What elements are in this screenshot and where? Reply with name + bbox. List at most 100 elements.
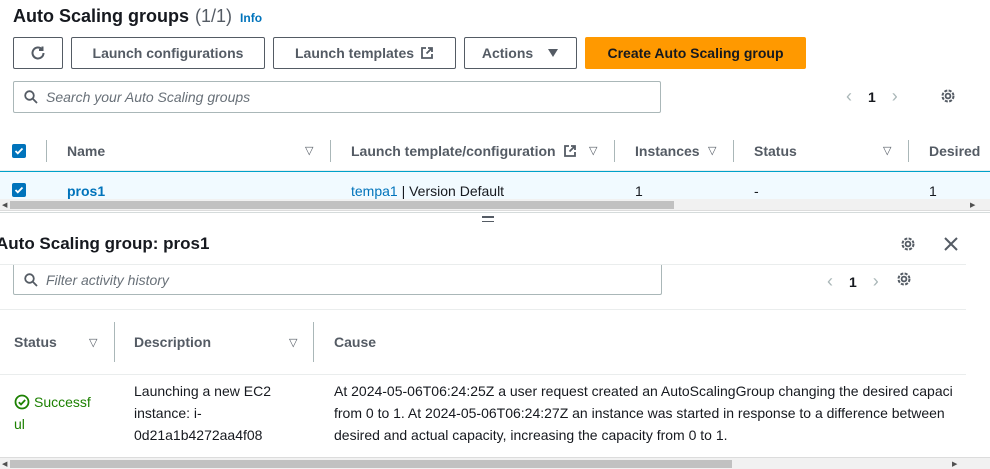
- description-line3: 0d21a1b4272aa4f08: [134, 427, 263, 443]
- horizontal-scrollbar[interactable]: ◀ ▶: [0, 199, 990, 211]
- asg-list-panel: Auto Scaling groups (1/1) Info Launch co…: [0, 0, 990, 212]
- split-panel-resize-handle[interactable]: [0, 212, 990, 230]
- search-input[interactable]: [46, 89, 626, 105]
- column-divider: [330, 140, 331, 162]
- search-icon: [24, 272, 38, 287]
- table-row: Successf ul Launching a new EC2 instance…: [0, 375, 966, 457]
- filter-box: [13, 265, 662, 295]
- status-cell: -: [754, 183, 759, 199]
- sort-icon[interactable]: ▽: [589, 144, 597, 157]
- page-header: Auto Scaling groups (1/1) Info: [13, 6, 262, 27]
- asg-name-link[interactable]: pros1: [67, 183, 105, 199]
- row-checkbox[interactable]: [12, 183, 26, 197]
- select-all-checkbox[interactable]: [12, 131, 26, 171]
- horizontal-scrollbar[interactable]: ◀ ▶: [0, 457, 990, 469]
- column-divider: [733, 140, 734, 162]
- cause-line1: At 2024-05-06T06:24:25Z a user request c…: [334, 383, 953, 399]
- prev-page-icon[interactable]: ‹: [846, 86, 852, 107]
- toolbar: Launch configurations Launch templates A…: [13, 37, 806, 69]
- column-header-name[interactable]: Name: [67, 131, 105, 171]
- checkbox-checked[interactable]: [12, 183, 26, 197]
- column-header-instances[interactable]: Instances: [635, 131, 700, 171]
- sort-icon[interactable]: ▽: [708, 144, 716, 157]
- check-icon: [14, 186, 24, 194]
- column-header-status[interactable]: Status: [14, 310, 57, 374]
- info-link[interactable]: Info: [240, 11, 262, 25]
- launch-template-link[interactable]: tempa1: [351, 183, 398, 199]
- external-link-icon: [564, 145, 576, 157]
- launch-configurations-label: Launch configurations: [92, 45, 244, 61]
- cause-line2: from 0 to 1. At 2024-05-06T06:24:27Z an …: [334, 405, 945, 421]
- launch-templates-button[interactable]: Launch templates: [273, 37, 456, 69]
- cause-cell: At 2024-05-06T06:24:25Z a user request c…: [334, 380, 953, 446]
- column-divider: [908, 140, 909, 162]
- launch-template-cell: tempa1 | Version Default: [351, 183, 504, 199]
- status-text-line1: Successf: [34, 394, 91, 410]
- description-line1: Launching a new EC2: [134, 383, 271, 399]
- column-divider: [614, 140, 615, 162]
- caret-down-icon: [548, 49, 559, 57]
- pagination: ‹ 1 ›: [846, 86, 898, 107]
- checkbox-checked[interactable]: [12, 144, 26, 158]
- cause-line3: desired and actual capacity, increasing …: [334, 427, 728, 443]
- gear-icon[interactable]: [939, 87, 957, 105]
- description-cell: Launching a new EC2 instance: i- 0d21a1b…: [134, 380, 271, 446]
- launch-template-version: | Version Default: [397, 183, 505, 199]
- search-icon: [24, 90, 38, 104]
- column-divider: [114, 322, 115, 362]
- sort-icon[interactable]: ▽: [305, 144, 313, 157]
- scroll-right-icon[interactable]: ▶: [970, 201, 975, 209]
- detail-panel-title: Auto Scaling group: pros1: [0, 234, 210, 253]
- table-row[interactable]: pros1 tempa1 | Version Default 1 - 1: [0, 171, 990, 199]
- prev-page-icon[interactable]: ‹: [827, 271, 833, 292]
- launch-configurations-button[interactable]: Launch configurations: [71, 37, 265, 69]
- filter-activity-input[interactable]: [46, 271, 606, 288]
- status-text-line2: ul: [14, 416, 25, 432]
- column-divider: [46, 140, 47, 162]
- table-header: Name ▽ Launch template/configuration ▽ I…: [0, 131, 990, 171]
- external-link-icon: [421, 47, 433, 59]
- create-asg-label: Create Auto Scaling group: [607, 45, 784, 61]
- column-header-cause[interactable]: Cause: [334, 310, 376, 374]
- column-header-launch-template[interactable]: Launch template/configuration: [351, 131, 556, 171]
- gear-icon[interactable]: [895, 270, 913, 288]
- close-icon[interactable]: [942, 235, 960, 253]
- refresh-button[interactable]: [13, 37, 63, 69]
- selection-count: (1/1): [195, 6, 233, 26]
- launch-templates-label: Launch templates: [294, 45, 415, 61]
- actions-dropdown[interactable]: Actions: [464, 37, 577, 69]
- activity-table-header: Status ▽ Description ▽ Cause: [0, 309, 966, 375]
- scroll-right-icon[interactable]: ▶: [952, 460, 957, 468]
- scrollbar-thumb[interactable]: [10, 460, 732, 468]
- success-check-icon: [14, 394, 30, 410]
- sort-icon[interactable]: ▽: [289, 336, 297, 349]
- column-header-status[interactable]: Status: [754, 131, 797, 171]
- next-page-icon[interactable]: ›: [873, 271, 879, 292]
- scroll-left-icon[interactable]: ◀: [2, 201, 7, 209]
- search-box: [13, 81, 661, 113]
- refresh-icon: [31, 46, 45, 60]
- desired-cell: 1: [929, 183, 937, 199]
- column-header-desired[interactable]: Desired: [929, 131, 980, 171]
- create-asg-button[interactable]: Create Auto Scaling group: [585, 37, 806, 69]
- actions-label: Actions: [481, 45, 534, 61]
- check-icon: [14, 147, 24, 155]
- vertical-scrollbar[interactable]: [966, 264, 990, 457]
- description-line2: instance: i-: [134, 405, 202, 421]
- scrollbar-thumb[interactable]: [10, 201, 674, 209]
- drag-handle-icon[interactable]: [482, 216, 494, 225]
- column-divider: [313, 322, 314, 362]
- current-page[interactable]: 1: [868, 89, 876, 105]
- current-page[interactable]: 1: [849, 274, 857, 290]
- status-cell: Successf ul: [14, 391, 91, 435]
- next-page-icon[interactable]: ›: [892, 86, 898, 107]
- activity-history-panel: ‹ 1 › Status ▽ Description ▽ Cause Succe…: [0, 264, 966, 457]
- gear-icon[interactable]: [899, 235, 917, 253]
- instances-cell: 1: [635, 183, 643, 199]
- scroll-left-icon[interactable]: ◀: [2, 460, 7, 468]
- column-header-description[interactable]: Description: [134, 310, 211, 374]
- page-title: Auto Scaling groups: [13, 6, 190, 26]
- sort-icon[interactable]: ▽: [89, 336, 97, 349]
- sort-icon[interactable]: ▽: [883, 144, 891, 157]
- activity-pagination: ‹ 1 ›: [827, 271, 913, 292]
